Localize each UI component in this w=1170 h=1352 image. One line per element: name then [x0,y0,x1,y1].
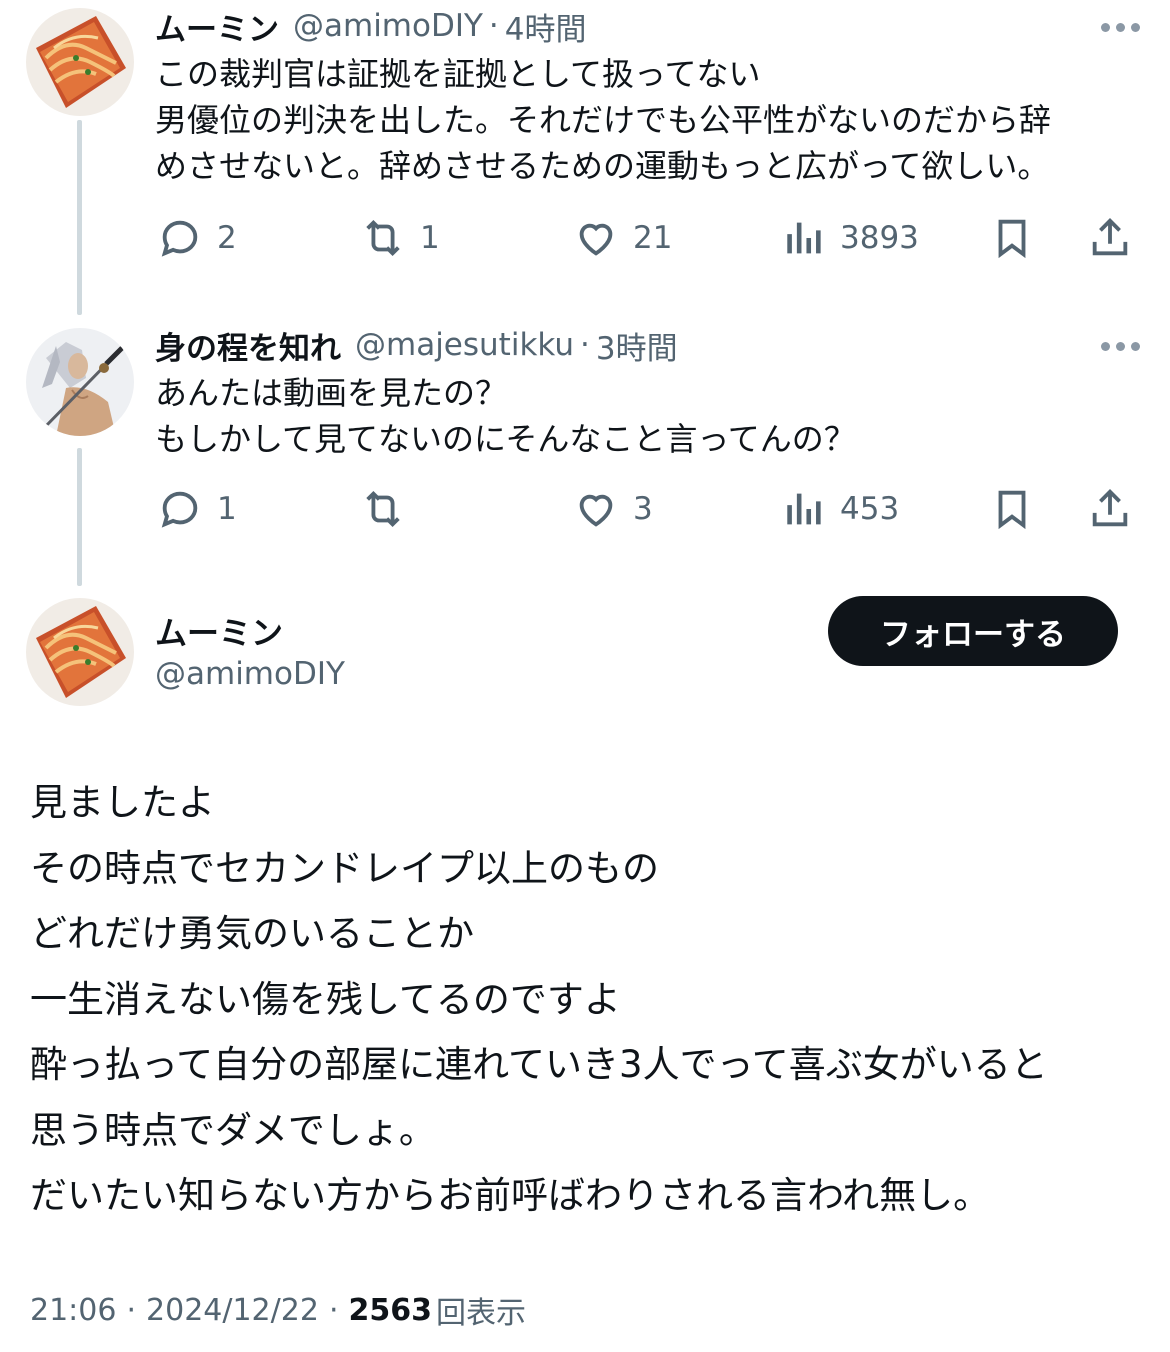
share-button[interactable] [1087,213,1133,263]
like-count: 3 [633,491,653,527]
tweet-text: 見ましたよ その時点でセカンドレイプ以上のもの どれだけ勇気のいることか 一生消… [30,770,1140,1229]
bookmark-button[interactable] [989,484,1035,534]
text-line: 思う時点でダメでしょ。 [30,1108,436,1152]
retweet-button[interactable]: 1 [360,213,440,263]
share-button[interactable] [1087,484,1133,534]
avatar-swordsman-image[interactable] [26,328,134,436]
tweet-header: ムーミン @amimoDIY · 4時間 [155,4,587,49]
timestamp[interactable]: 3時間 [596,323,678,368]
bookmark-icon [998,219,1026,259]
avatar-food-image[interactable] [26,8,134,116]
views-button[interactable]: 453 [780,484,899,534]
text-line: この裁判官は証拠を証拠として扱ってない [155,55,761,93]
share-icon [1092,218,1128,256]
user-handle[interactable]: @amimoDIY [293,8,483,44]
views-count: 2563 [348,1292,432,1328]
retweet-button[interactable] [360,484,420,534]
text-line: どれだけ勇気のいることか [30,912,474,955]
views-icon [787,493,821,525]
views-count: 453 [840,491,900,527]
tweet-meta: 21:06 · 2024/12/22 · 2563 回表示 [30,1288,526,1332]
tweet-text: あんたは動画を見たの？ もしかして見てないのにそんなこと言ってんの？ [155,370,1135,462]
text-line: 男優位の判決を出した。それだけでも公平性がないのだから辞 [155,101,1052,139]
share-icon [1092,489,1128,527]
follow-button[interactable]: フォローする [828,596,1118,666]
text-line: だいたい知らない方からお前呼ばわりされる言われ無し。 [30,1174,991,1217]
text-line: 酔っ払って自分の部屋に連れていき3人でって喜ぶ女がいると [30,1043,1048,1086]
action-bar: 1 3 453 [155,484,1145,534]
like-button[interactable]: 21 [573,213,672,263]
text-line: その時点でセカンドレイプ以上のもの [30,846,659,890]
post-date[interactable]: 2024/12/22 [146,1293,319,1328]
views-count: 3893 [840,220,919,256]
action-bar: 2 1 21 3893 [155,213,1145,263]
tweet-header: 身の程を知れ @majesutikku · 3時間 [155,323,678,368]
reply-count: 2 [217,220,237,256]
more-icon[interactable] [1101,23,1140,32]
tweet-text: この裁判官は証拠を証拠として扱ってない 男優位の判決を出した。それだけでも公平性… [155,51,1135,189]
views-button[interactable]: 3893 [780,213,919,263]
separator: · [580,327,590,363]
reply-button[interactable]: 2 [157,213,237,263]
like-icon [579,494,613,527]
reply-button[interactable]: 1 [157,484,237,534]
thread-line [77,120,82,315]
like-count: 21 [633,220,673,256]
bookmark-icon [998,490,1026,530]
timestamp[interactable]: 4時間 [505,4,587,49]
text-line: めさせないと。辞めさせるための運動もっと広がって欲しい。 [155,147,1050,185]
views-icon [787,222,821,254]
retweet-icon [366,490,400,528]
text-line: あんたは動画を見たの？ [155,374,508,412]
retweet-icon [366,219,400,257]
reply-count: 1 [217,491,237,527]
separator: · [328,1292,339,1328]
user-handle[interactable]: @majesutikku [355,327,574,363]
post-time[interactable]: 21:06 [30,1293,116,1328]
text-line: 見ましたよ [30,781,215,824]
display-name[interactable]: ムーミン [155,4,279,49]
views-label: 回表示 [435,1296,526,1331]
separator: · [126,1292,137,1328]
like-button[interactable]: 3 [573,484,653,534]
text-line: もしかして見てないのにそんなこと言ってんの？ [155,420,856,458]
reply-icon [161,491,198,528]
display-name[interactable]: ムーミン [155,608,283,654]
text-line: 一生消えない傷を残してるのですよ [30,977,621,1021]
avatar-food-image[interactable] [26,598,134,706]
reply-icon [161,220,198,257]
retweet-count: 1 [420,220,440,256]
user-handle[interactable]: @amimoDIY [155,656,345,692]
more-icon[interactable] [1101,342,1140,351]
separator: · [488,8,499,44]
bookmark-button[interactable] [989,213,1035,263]
like-icon [579,223,613,256]
display-name[interactable]: 身の程を知れ [155,323,341,368]
thread-line [77,448,82,586]
